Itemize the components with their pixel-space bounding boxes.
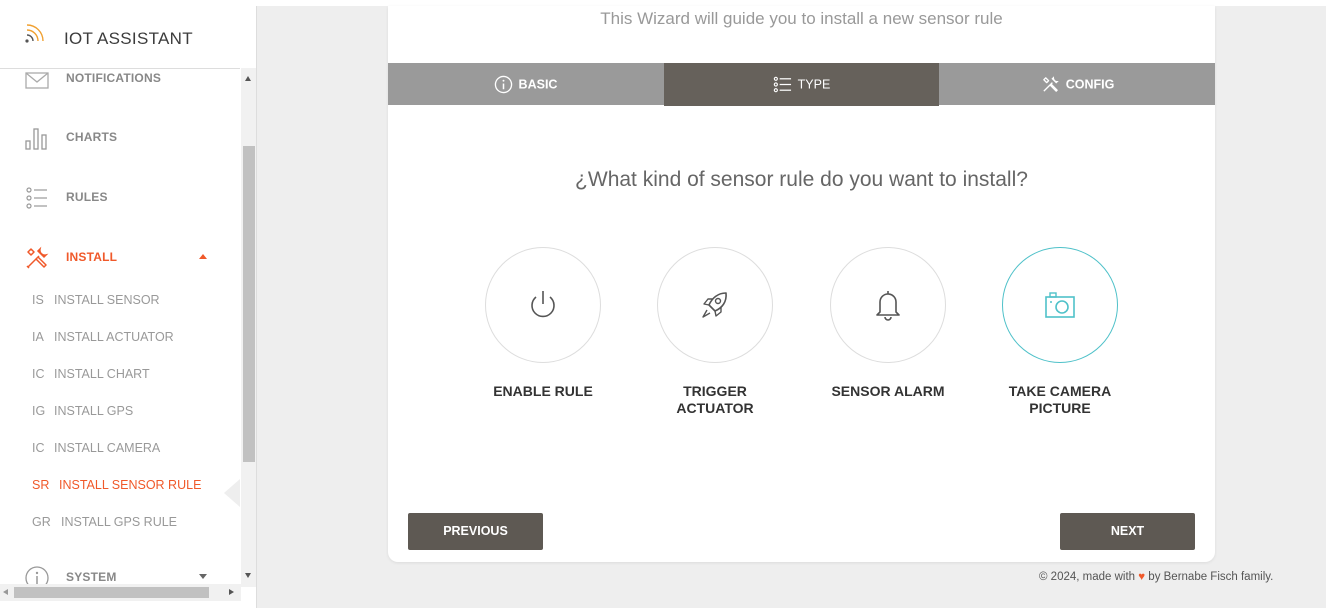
tab-label: CONFIG [1065,77,1115,92]
option-enable-rule[interactable]: ENABLE RULE [473,247,613,400]
option-label-line1: SENSOR ALARM [831,383,945,399]
tab-label: TYPE [797,77,831,92]
rocket-icon [702,292,727,318]
footer-suffix: by Bernabe Fisch family. [1148,571,1274,583]
next-button[interactable]: NEXT [1060,513,1195,550]
power-icon [531,291,555,318]
option-label: TAKE CAMERA PICTURE [990,383,1130,417]
subitem-abbr: IS [32,293,44,307]
envelope-icon [25,72,49,89]
subitem-abbr: IG [32,404,46,418]
bell-icon [876,291,900,321]
wizard-tabs: BASIC TYPE CONFIG [388,63,1215,106]
sidebar-subitem-install-chart[interactable]: IC INSTALL CHART [32,367,150,391]
subitem-abbr: IC [32,367,45,381]
option-label-line1: TRIGGER [683,383,747,399]
sidebar-subitem-install-gps-rule[interactable]: GR INSTALL GPS RULE [32,515,177,539]
scroll-right-arrow-icon[interactable] [229,589,234,595]
option-circle[interactable] [485,247,601,363]
tab-label: BASIC [518,77,558,92]
option-trigger-actuator[interactable]: TRIGGER ACTUATOR [645,247,785,417]
sidebar-subitem-install-sensor-rule[interactable]: SR INSTALL SENSOR RULE [32,478,201,502]
option-take-camera-picture[interactable]: TAKE CAMERA PICTURE [990,247,1130,417]
sidebar-item-label: RULES [66,190,108,204]
option-circle[interactable] [657,247,773,363]
sidebar-subitem-install-gps[interactable]: IG INSTALL GPS [32,404,133,428]
info-icon [494,75,512,94]
scrollbar-thumb[interactable] [243,146,255,462]
tools-icon [26,246,49,269]
option-label-line1: ENABLE RULE [493,383,593,399]
signal-logo-icon [25,24,44,43]
option-label: ENABLE RULE [473,383,613,400]
heart-icon: ♥ [1138,571,1146,583]
tab-type[interactable]: TYPE [664,63,939,106]
chevron-up-icon [199,254,207,259]
sidebar-item-install[interactable]: INSTALL [0,237,240,277]
option-circle[interactable] [1002,247,1118,363]
bar-chart-icon [25,128,47,150]
option-label: TRIGGER ACTUATOR [645,383,785,417]
footer-credits: © 2024, made with ♥ by Bernabe Fisch fam… [1039,571,1273,583]
scroll-up-arrow-icon[interactable] [245,76,251,81]
chevron-down-icon [199,574,207,579]
option-sensor-alarm[interactable]: SENSOR ALARM [818,247,958,400]
subitem-label: INSTALL SENSOR [54,293,160,307]
subitem-label: INSTALL CHART [54,367,150,381]
app-title: IOT ASSISTANT [64,29,193,48]
sidebar-item-label: CHARTS [66,130,118,144]
wizard-subtitle: This Wizard will guide you to install a … [600,9,1003,28]
subitem-abbr: SR [32,478,50,492]
sidebar: IOT ASSISTANT NOTIFICATIONS CHARTS RULES [0,6,257,608]
wizard-card: This Wizard will guide you to install a … [388,6,1215,562]
option-label: SENSOR ALARM [818,383,958,400]
sidebar-item-label: INSTALL [66,250,118,264]
option-circle[interactable] [830,247,946,363]
sidebar-item-label: SYSTEM [66,570,117,584]
subitem-label: INSTALL SENSOR RULE [59,478,202,492]
subitem-abbr: GR [32,515,51,529]
sidebar-subitem-install-sensor[interactable]: IS INSTALL SENSOR [32,293,160,317]
sidebar-item-rules[interactable]: RULES [0,177,240,217]
tools-icon [1042,76,1059,92]
option-label-line2: ACTUATOR [676,400,754,416]
scrollbar-thumb[interactable] [14,587,209,598]
option-label-line2: PICTURE [1029,400,1091,416]
subitem-label: INSTALL ACTUATOR [54,330,174,344]
subitem-abbr: IC [32,441,45,455]
sidebar-vertical-scrollbar[interactable] [241,68,256,587]
sidebar-item-notifications[interactable]: NOTIFICATIONS [0,58,240,98]
subitem-label: INSTALL GPS RULE [61,515,178,529]
list-icon [773,76,791,93]
active-indicator-notch [224,479,240,507]
sidebar-subitem-install-camera[interactable]: IC INSTALL CAMERA [32,441,160,465]
subitem-label: INSTALL CAMERA [54,441,161,455]
scroll-left-arrow-icon[interactable] [3,589,8,595]
sidebar-item-charts[interactable]: CHARTS [0,117,240,157]
list-icon [26,187,47,209]
sidebar-subitem-install-actuator[interactable]: IA INSTALL ACTUATOR [32,330,174,354]
scroll-down-arrow-icon[interactable] [245,573,251,578]
subitem-label: INSTALL GPS [54,404,134,418]
camera-icon [1045,292,1075,318]
subitem-abbr: IA [32,330,44,344]
sidebar-item-label: NOTIFICATIONS [66,71,162,85]
option-label-line1: TAKE CAMERA [1008,383,1112,399]
sidebar-horizontal-scrollbar[interactable] [0,584,241,601]
footer-prefix: © 2024, made with [1039,571,1136,583]
tab-config[interactable]: CONFIG [940,63,1215,105]
wizard-question: ¿What kind of sensor rule do you want to… [575,168,1028,191]
previous-button[interactable]: PREVIOUS [408,513,543,550]
tab-basic[interactable]: BASIC [388,63,663,105]
